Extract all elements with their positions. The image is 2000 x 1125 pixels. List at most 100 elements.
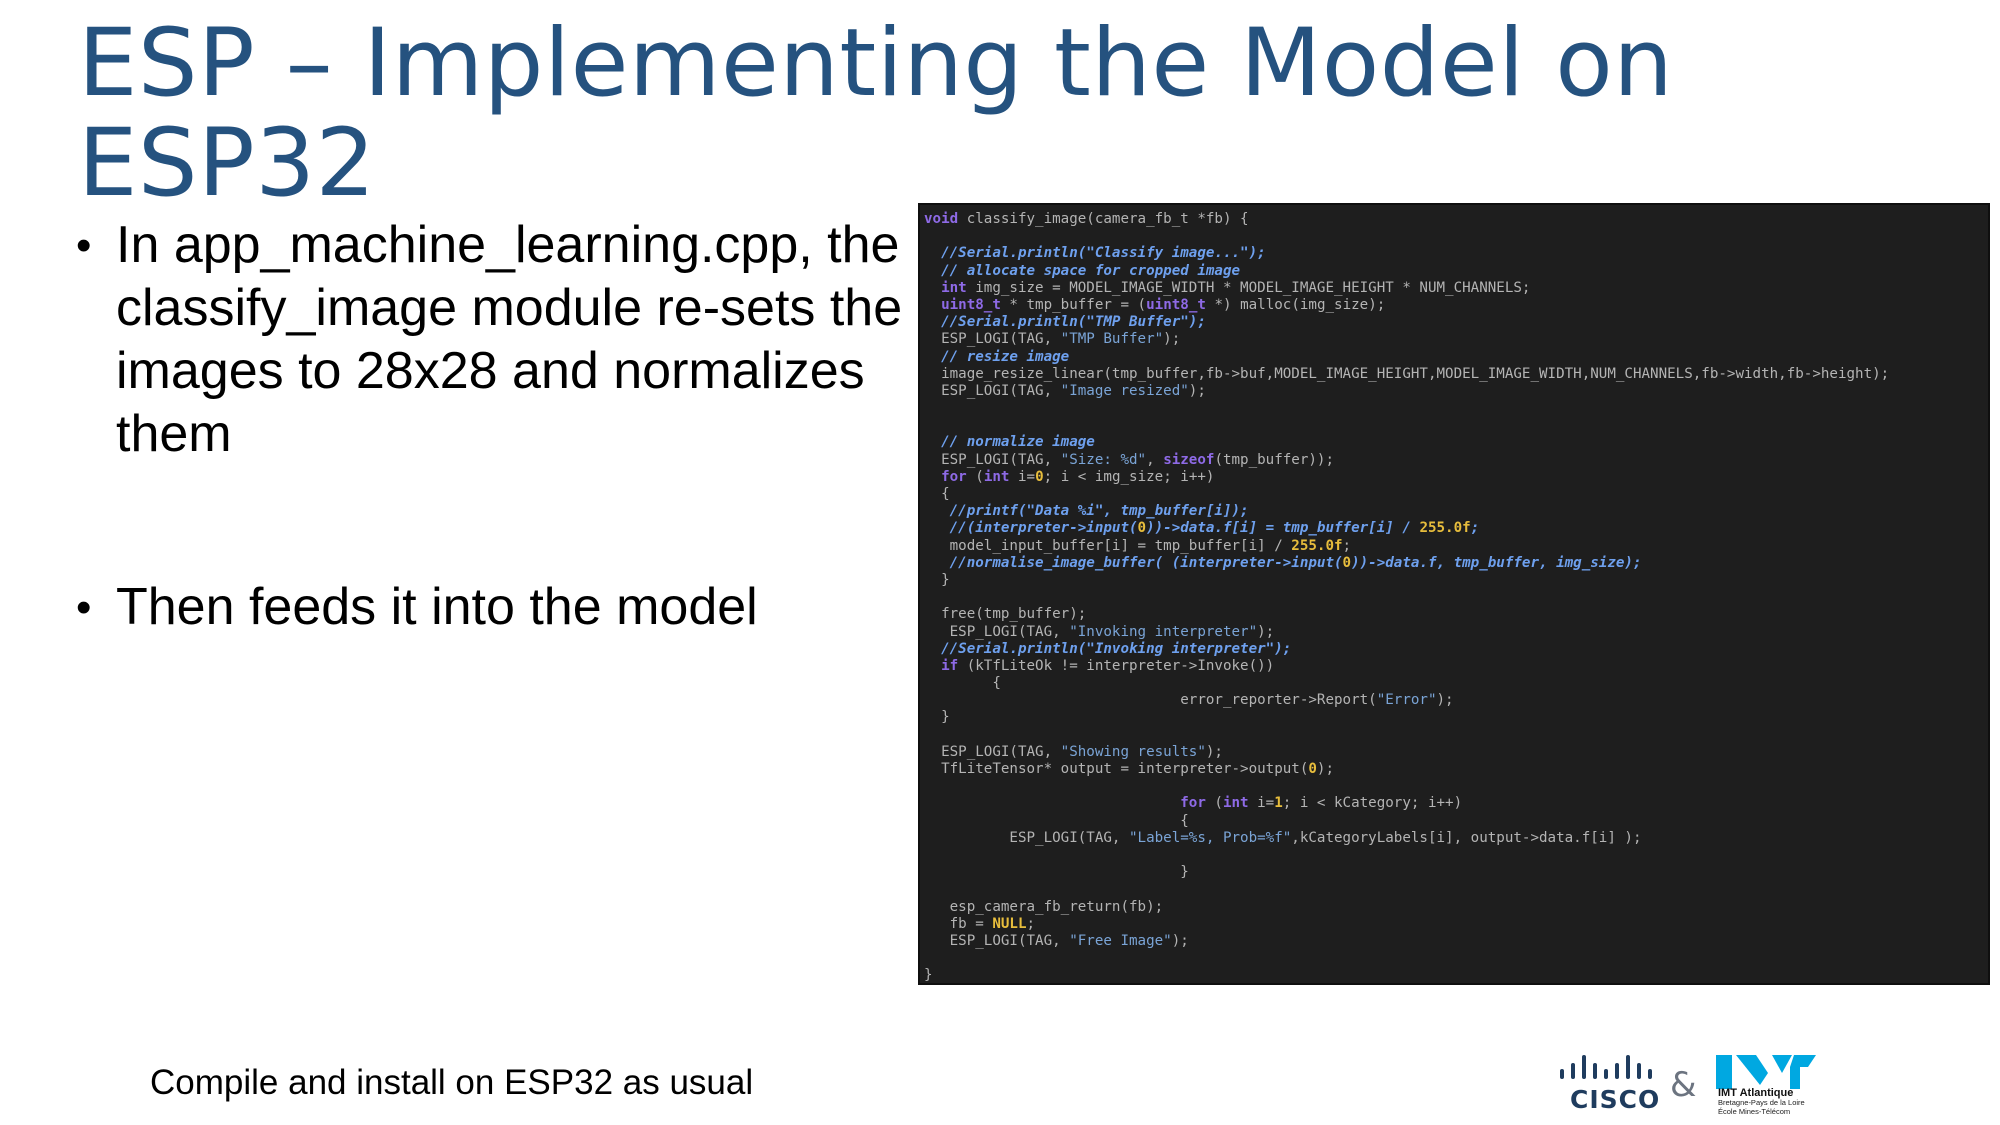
- code-token: 0: [1342, 554, 1352, 571]
- code-token: ESP_LOGI(TAG,: [924, 451, 1061, 468]
- code-line: if (kTfLiteOk != interpreter->Invoke()): [924, 658, 1889, 675]
- bullet-text: In app_machine_learning.cpp, the classif…: [116, 216, 903, 463]
- code-token: "Error": [1376, 692, 1437, 709]
- code-line: //Serial.println("TMP Buffer");: [924, 314, 1889, 331]
- bullet-dot-icon: •: [76, 221, 92, 270]
- code-token: "Label=%s, Prob=%f": [1129, 829, 1292, 846]
- code-token: esp_camera_fb_return(fb);: [924, 898, 1164, 915]
- code-token: ESP_LOGI(TAG,: [924, 623, 1070, 640]
- code-token: 1: [1274, 795, 1283, 812]
- code-token: ,kCategoryLabels[i], output->data.f[i] )…: [1291, 829, 1642, 846]
- code-token: 255.0f: [1419, 520, 1471, 537]
- bullet-dot-icon: •: [76, 583, 92, 632]
- code-token: 0: [1137, 520, 1147, 537]
- code-line: free(tmp_buffer);: [924, 606, 1889, 623]
- code-line: {: [924, 675, 1889, 692]
- code-token: // normalize image: [941, 434, 1095, 451]
- code-token: ESP_LOGI(TAG,: [924, 743, 1061, 760]
- code-token: 0: [1035, 468, 1044, 485]
- partner-logos: CISCO & IMT Atlantique Bretagne-Pays de …: [1558, 1055, 1828, 1117]
- code-token: ;: [1342, 537, 1352, 554]
- bullet-list: • In app_machine_learning.cpp, the class…: [76, 214, 906, 639]
- code-token: ESP_LOGI(TAG,: [924, 331, 1061, 348]
- code-line: ESP_LOGI(TAG, "Image resized");: [924, 383, 1889, 400]
- code-token: error_reporter->Report(: [924, 692, 1377, 709]
- code-token: //Serial.println("TMP Buffer");: [941, 314, 1206, 331]
- bullet-text: Then feeds it into the model: [116, 578, 758, 636]
- code-token: image_resize_linear(tmp_buffer,fb->buf,M…: [924, 365, 1890, 382]
- code-token: (kTfLiteOk != interpreter->Invoke()): [958, 657, 1275, 674]
- code-token: *) malloc(img_size);: [1205, 296, 1386, 313]
- code-line: {: [924, 813, 1889, 830]
- code-line: for (int i=0; i < img_size; i++): [924, 469, 1889, 486]
- code-token: i=: [1248, 795, 1275, 812]
- code-line: int img_size = MODEL_IMAGE_WIDTH * MODEL…: [924, 280, 1889, 297]
- code-token: ESP_LOGI(TAG,: [924, 829, 1129, 846]
- code-token: free(tmp_buffer);: [924, 606, 1087, 623]
- code-line: {: [924, 486, 1889, 503]
- code-line: uint8_t * tmp_buffer = (uint8_t *) mallo…: [924, 297, 1889, 314]
- code-token: (tmp_buffer));: [1214, 451, 1335, 468]
- code-token: if: [941, 657, 959, 674]
- code-screenshot: void classify_image(camera_fb_t *fb) { /…: [918, 203, 1990, 985]
- code-token: uint8_t: [1146, 296, 1206, 313]
- code-token: );: [1436, 692, 1454, 709]
- footnote: Compile and install on ESP32 as usual: [150, 1063, 754, 1102]
- code-line: // resize image: [924, 349, 1889, 366]
- code-token: model_input_buffer[i] = tmp_buffer[i] /: [924, 537, 1292, 554]
- code-token: {: [924, 675, 1001, 692]
- code-token: }: [924, 967, 933, 984]
- code-line: }: [924, 709, 1889, 726]
- code-token: 0: [1308, 761, 1317, 777]
- code-line: //(interpreter->input(0))->data.f[i] = t…: [924, 520, 1889, 537]
- code-token: );: [1171, 932, 1189, 949]
- code-token: "Size: %d": [1060, 451, 1147, 468]
- code-token: }: [924, 864, 1189, 881]
- code-token: int: [983, 468, 1010, 485]
- bullet-item: • In app_machine_learning.cpp, the class…: [76, 214, 906, 466]
- code-token: "TMP Buffer": [1060, 331, 1164, 348]
- code-line: }: [924, 864, 1889, 881]
- code-token: "Showing results": [1060, 743, 1206, 760]
- cisco-logo-icon: [1560, 1055, 1652, 1079]
- code-line: // allocate space for cropped image: [924, 263, 1889, 280]
- code-line: //normalise_image_buffer( (interpreter->…: [924, 555, 1889, 572]
- code-token: {: [924, 812, 1189, 829]
- code-line: // normalize image: [924, 434, 1889, 451]
- code-line: //Serial.println("Classify image...");: [924, 245, 1889, 262]
- code-line: void classify_image(camera_fb_t *fb) {: [924, 211, 1889, 228]
- code-token: ; i < img_size; i++): [1043, 468, 1215, 485]
- code-token: * tmp_buffer = (: [1000, 296, 1147, 313]
- code-token: //Serial.println("Invoking interpreter")…: [941, 640, 1292, 657]
- code-line: fb = NULL;: [924, 916, 1889, 933]
- code-token: (: [966, 468, 984, 485]
- logo-separator: &: [1670, 1065, 1697, 1105]
- imt-subtitle: Bretagne-Pays de la Loire École Mines-Té…: [1718, 1098, 1805, 1116]
- code-token: );: [1188, 382, 1206, 399]
- code-token: for: [941, 468, 967, 485]
- code-token: ;: [1026, 915, 1036, 932]
- code-token: "Free Image": [1069, 932, 1172, 949]
- cisco-wordmark: CISCO: [1570, 1085, 1661, 1114]
- code-token: ; i < kCategory; i++): [1282, 795, 1463, 812]
- code-token: }: [924, 571, 950, 588]
- code-token: //Serial.println("Classify image...");: [941, 245, 1266, 262]
- code-line: image_resize_linear(tmp_buffer,fb->buf,M…: [924, 366, 1889, 383]
- code-line: //printf("Data %i", tmp_buffer[i]);: [924, 503, 1889, 520]
- code-line: for (int i=1; i < kCategory; i++): [924, 795, 1889, 812]
- code-token: uint8_t: [941, 296, 1001, 313]
- code-line: }: [924, 572, 1889, 589]
- code-line: TfLiteTensor* output = interpreter->outp…: [924, 761, 1889, 778]
- code-token: {: [924, 486, 950, 502]
